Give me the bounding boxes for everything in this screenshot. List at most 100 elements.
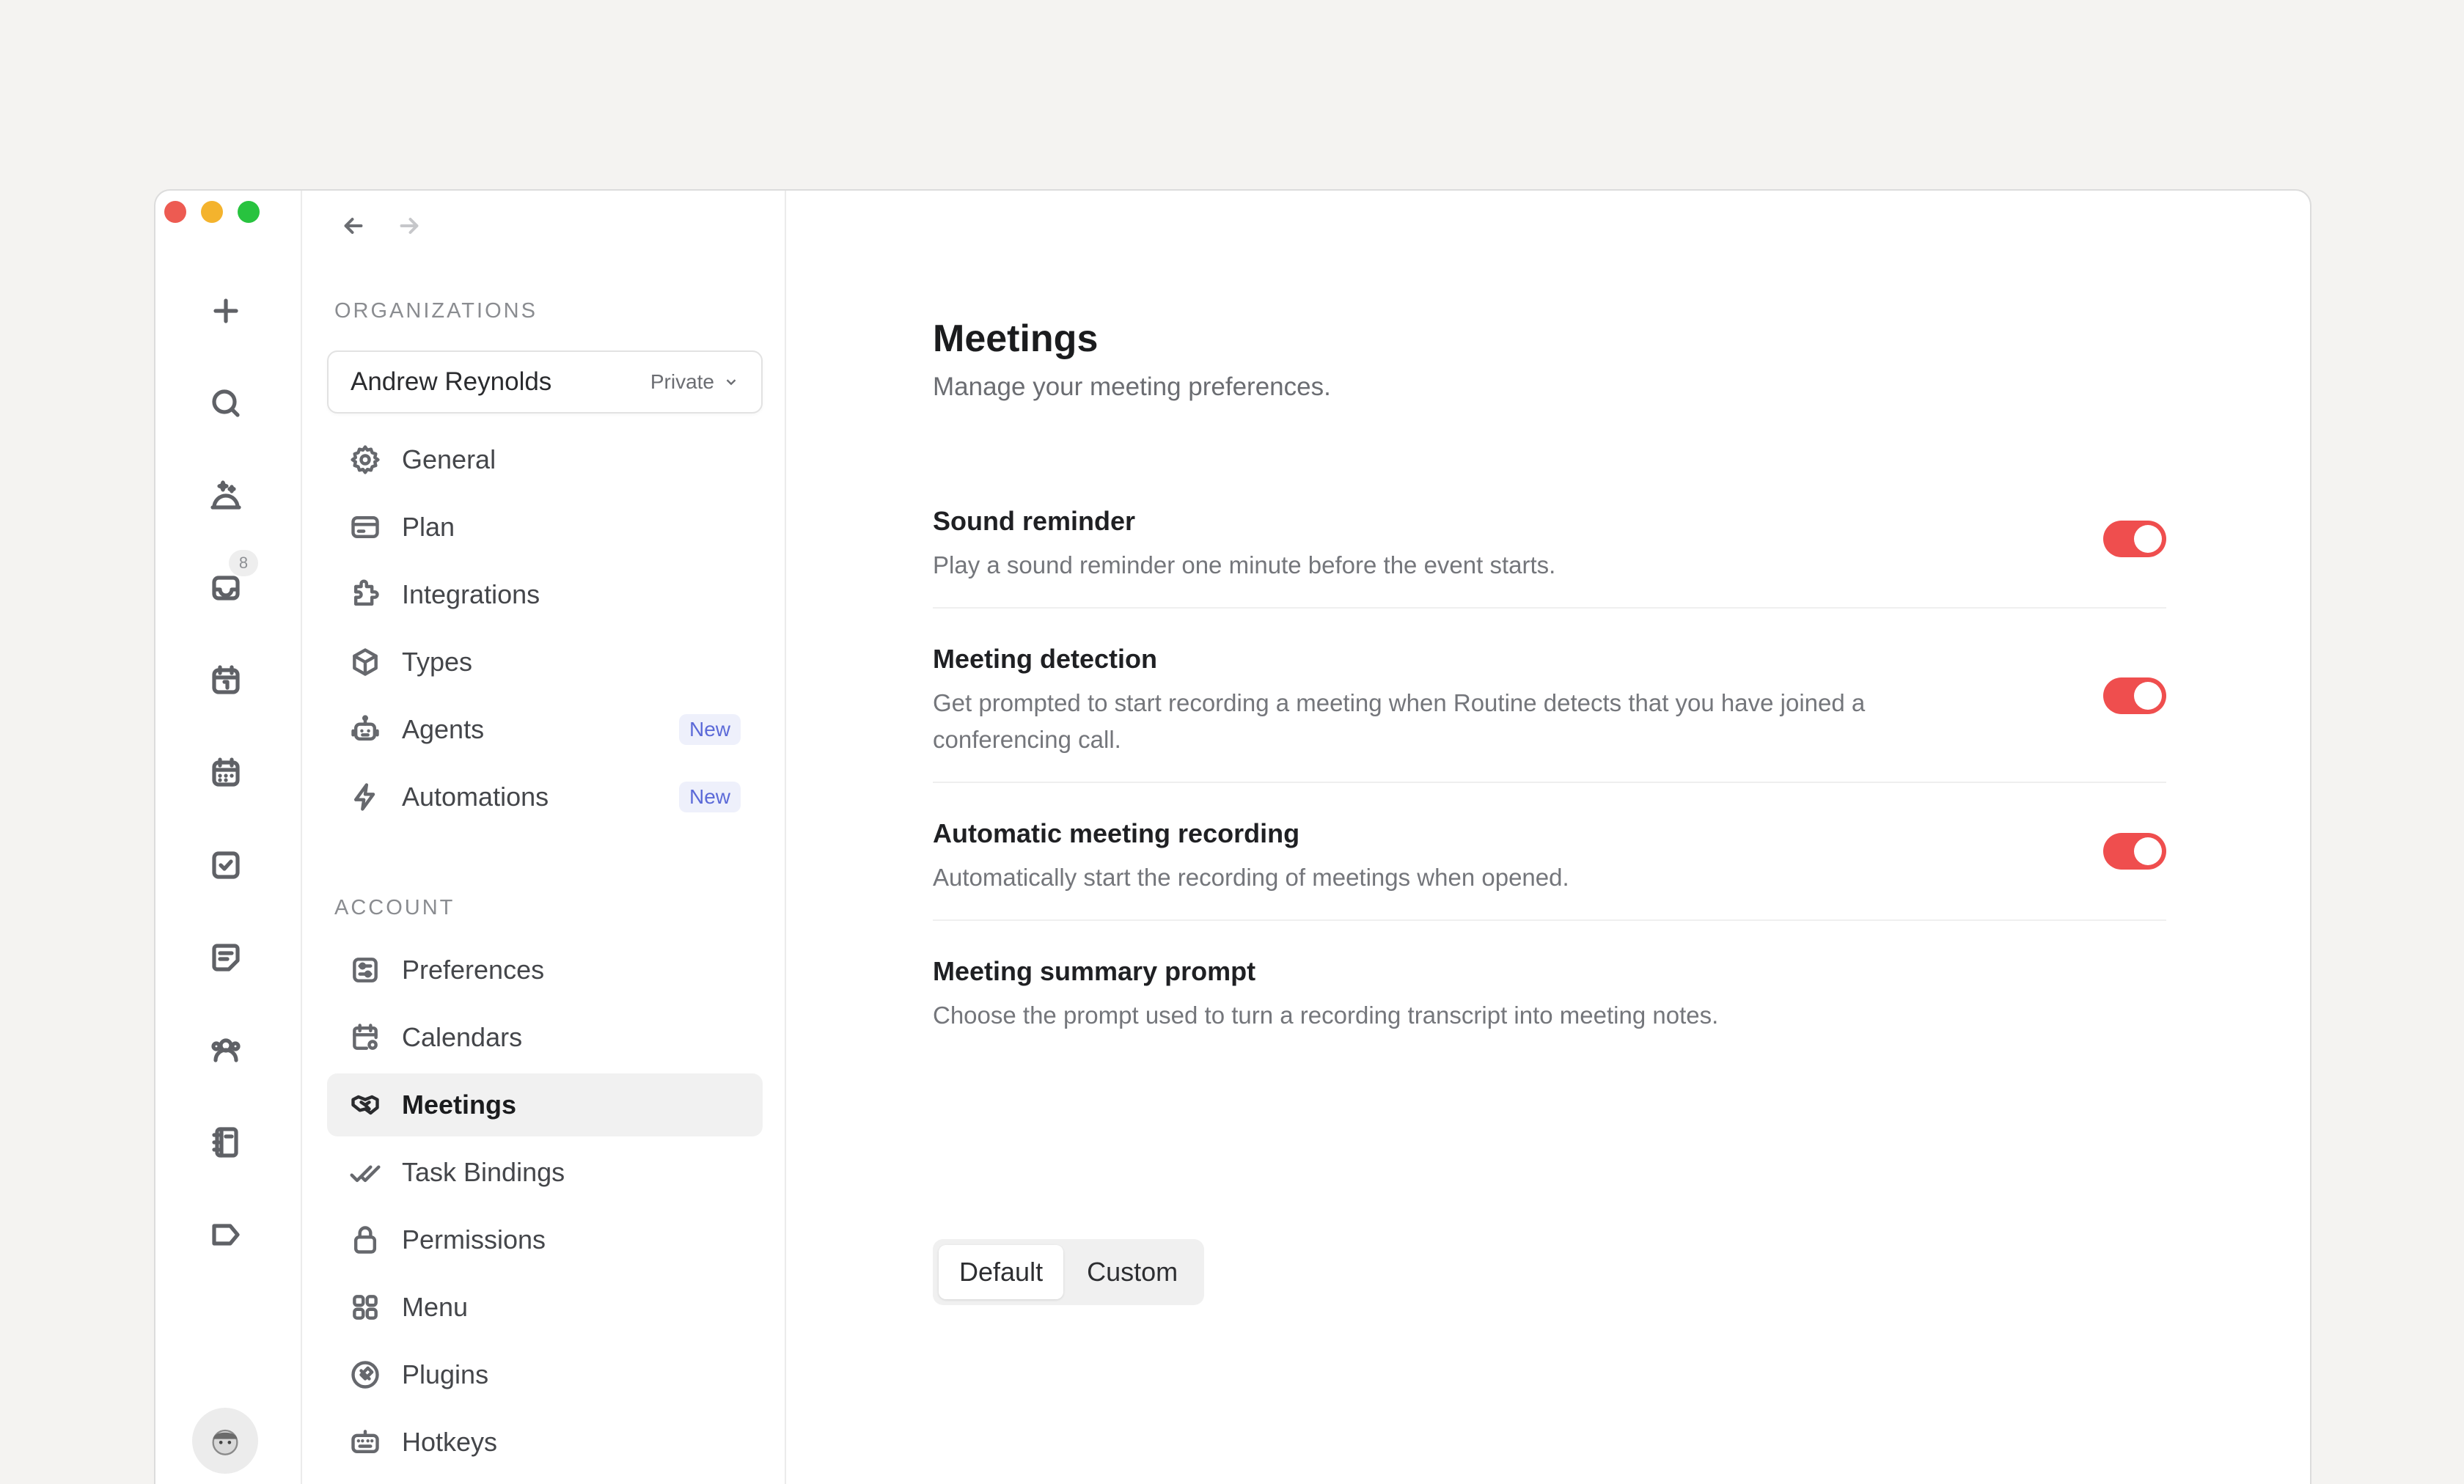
divider bbox=[933, 919, 2166, 921]
sidebar-item-meetings[interactable]: Meetings bbox=[327, 1073, 763, 1136]
calendar-icon bbox=[212, 757, 240, 787]
setting-sound-reminder: Sound reminder Play a sound reminder one… bbox=[933, 506, 2166, 584]
sidebar-item-hotkeys[interactable]: Hotkeys bbox=[327, 1411, 763, 1474]
meetings-settings-pane: Meetings Manage your meeting preferences… bbox=[786, 191, 2310, 1484]
tag-icon bbox=[212, 1224, 240, 1246]
app-window: 8 ORGANIZATIONS Andrew Reynolds Private … bbox=[154, 189, 2311, 1484]
prompt-option-custom[interactable]: Custom bbox=[1066, 1245, 1198, 1299]
new-button[interactable] bbox=[202, 287, 249, 334]
settings-sidebar: ORGANIZATIONS Andrew Reynolds Private Ge… bbox=[302, 191, 786, 1484]
calendar-gear-icon bbox=[353, 1024, 378, 1050]
card-icon bbox=[351, 515, 379, 539]
new-badge: New bbox=[678, 782, 741, 812]
page-title: Meetings bbox=[933, 317, 1099, 360]
sidebar-item-preferences[interactable]: Preferences bbox=[327, 938, 763, 1002]
organization-name: Andrew Reynolds bbox=[351, 367, 552, 396]
setting-description: Choose the prompt used to turn a recordi… bbox=[933, 1002, 1719, 1029]
organization-selector[interactable]: Andrew Reynolds Private bbox=[327, 350, 763, 414]
avatar[interactable] bbox=[192, 1408, 258, 1474]
setting-description: Automatically start the recording of mee… bbox=[933, 864, 1569, 891]
gear-icon bbox=[351, 445, 380, 474]
organizations-section-label: ORGANIZATIONS bbox=[334, 299, 538, 323]
icon-rail: 8 bbox=[155, 191, 302, 1484]
keyboard-icon bbox=[351, 1430, 379, 1454]
notebook-button[interactable] bbox=[202, 1119, 249, 1166]
tasks-button[interactable] bbox=[202, 842, 249, 889]
sidebar-item-label: Permissions bbox=[402, 1224, 546, 1255]
setting-automatic-recording: Automatic meeting recording Automaticall… bbox=[933, 818, 2166, 896]
meeting-detection-toggle[interactable] bbox=[2103, 677, 2166, 714]
plus-icon bbox=[213, 298, 238, 323]
sidebar-item-label: Menu bbox=[402, 1292, 469, 1322]
notes-button[interactable] bbox=[202, 934, 249, 981]
sidebar-item-plugins[interactable]: Plugins bbox=[327, 1343, 763, 1406]
setting-title: Automatic meeting recording bbox=[933, 818, 1300, 848]
search-icon bbox=[212, 389, 240, 417]
setting-summary-prompt: Meeting summary prompt Choose the prompt… bbox=[933, 956, 2166, 1034]
grid-icon bbox=[353, 1295, 378, 1320]
automatic-recording-toggle[interactable] bbox=[2103, 833, 2166, 870]
setting-meeting-detection: Meeting detection Get prompted to start … bbox=[933, 644, 2166, 758]
bolt-icon bbox=[353, 783, 375, 811]
sidebar-item-label: Plan bbox=[402, 512, 455, 542]
cube-icon bbox=[353, 648, 378, 676]
sidebar-item-general[interactable]: General bbox=[327, 428, 763, 491]
new-badge: New bbox=[678, 714, 741, 745]
sun-sparkle-icon bbox=[210, 480, 241, 510]
double-check-icon bbox=[350, 1165, 381, 1183]
sidebar-item-label: Agents bbox=[402, 714, 485, 744]
sidebar-item-label: Plugins bbox=[402, 1359, 489, 1389]
organization-scope: Private bbox=[650, 370, 714, 393]
account-section-label: ACCOUNT bbox=[334, 896, 455, 919]
inbox-count-badge: 8 bbox=[229, 550, 258, 576]
sidebar-item-label: Meetings bbox=[402, 1090, 517, 1120]
sidebar-item-label: Types bbox=[402, 647, 473, 677]
calendar-day-icon bbox=[212, 665, 240, 694]
today-button[interactable] bbox=[202, 472, 249, 519]
handshake-icon bbox=[351, 1095, 379, 1115]
robot-icon bbox=[351, 715, 379, 741]
sidebar-item-label: Task Bindings bbox=[402, 1157, 565, 1187]
sidebar-item-automations[interactable]: Automations New bbox=[327, 765, 763, 829]
sidebar-item-integrations[interactable]: Integrations bbox=[327, 563, 763, 626]
sidebar-item-label: Integrations bbox=[402, 579, 540, 609]
sliders-icon bbox=[353, 958, 378, 982]
forward-arrow-icon[interactable] bbox=[396, 213, 422, 239]
sidebar-item-calendars[interactable]: Calendars bbox=[327, 1006, 763, 1069]
puzzle-icon bbox=[353, 579, 379, 606]
plug-icon bbox=[351, 1361, 379, 1389]
calendar-day-button[interactable] bbox=[202, 657, 249, 704]
checkbox-icon bbox=[212, 851, 240, 879]
prompt-option-default[interactable]: Default bbox=[939, 1245, 1064, 1299]
sidebar-item-label: Hotkeys bbox=[402, 1427, 498, 1457]
sidebar-item-label: Calendars bbox=[402, 1022, 523, 1052]
page-subtitle: Manage your meeting preferences. bbox=[933, 372, 1331, 401]
history-navigation bbox=[340, 213, 422, 239]
sidebar-item-permissions[interactable]: Permissions bbox=[327, 1208, 763, 1271]
divider bbox=[933, 607, 2166, 609]
sidebar-item-agents[interactable]: Agents New bbox=[327, 698, 763, 761]
calendar-button[interactable] bbox=[202, 749, 249, 796]
note-icon bbox=[212, 944, 240, 971]
sidebar-item-menu[interactable]: Menu bbox=[327, 1276, 763, 1339]
summary-prompt-segmented-control: Default Custom bbox=[933, 1239, 1205, 1305]
search-button[interactable] bbox=[202, 380, 249, 427]
sound-reminder-toggle[interactable] bbox=[2103, 521, 2166, 557]
back-arrow-icon[interactable] bbox=[340, 213, 367, 239]
sidebar-item-task-bindings[interactable]: Task Bindings bbox=[327, 1141, 763, 1204]
setting-title: Sound reminder bbox=[933, 506, 1136, 536]
sidebar-item-label: General bbox=[402, 444, 496, 474]
setting-title: Meeting detection bbox=[933, 644, 1158, 674]
chevron-down-icon bbox=[726, 379, 736, 386]
lock-icon bbox=[353, 1226, 377, 1254]
notebook-icon bbox=[212, 1127, 238, 1158]
sidebar-item-types[interactable]: Types bbox=[327, 631, 763, 694]
setting-description: Play a sound reminder one minute before … bbox=[933, 551, 1556, 578]
sidebar-item-label: Automations bbox=[402, 782, 549, 812]
people-icon bbox=[211, 1038, 241, 1062]
contacts-button[interactable] bbox=[202, 1026, 249, 1073]
setting-title: Meeting summary prompt bbox=[933, 956, 1256, 986]
setting-description: Get prompted to start recording a meetin… bbox=[933, 689, 1866, 753]
tags-button[interactable] bbox=[202, 1211, 249, 1258]
sidebar-item-plan[interactable]: Plan bbox=[327, 496, 763, 559]
